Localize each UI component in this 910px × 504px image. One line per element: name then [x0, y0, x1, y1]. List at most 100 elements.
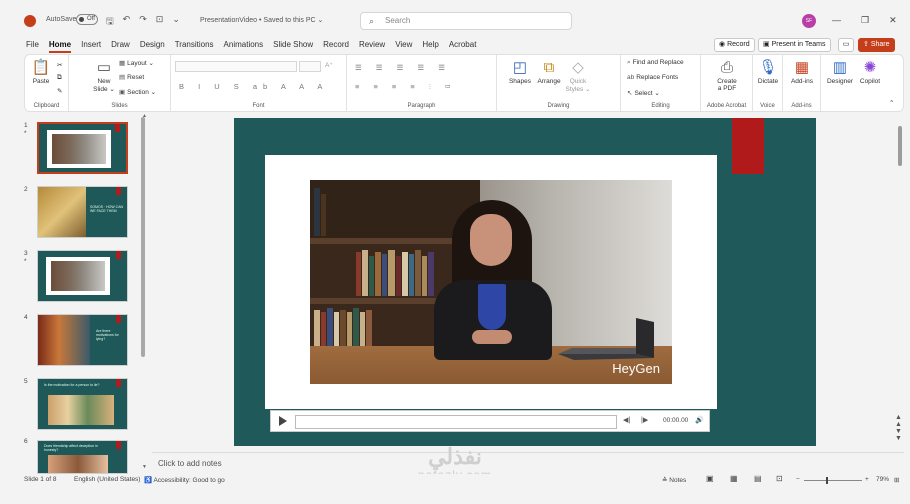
- zoom-slider[interactable]: [804, 480, 862, 481]
- document-title[interactable]: PresentationVideo • Saved to this PC ⌄: [200, 16, 323, 24]
- copilot-button[interactable]: ✺ Copilot: [855, 59, 885, 85]
- avatar[interactable]: SF: [802, 14, 816, 28]
- accessibility-status[interactable]: ♿ Accessibility: Good to go: [144, 476, 225, 484]
- thumbnail-scrollbar[interactable]: [141, 117, 145, 357]
- designer-button[interactable]: ▥ Designer: [825, 59, 855, 85]
- zoom-slider-thumb[interactable]: [826, 477, 828, 484]
- minimize-icon[interactable]: —: [832, 15, 841, 26]
- thumb-number-6: 6: [24, 438, 28, 445]
- slide-thumbnail-2[interactable]: SOMOS · HOW CAN WE FACE THEM: [37, 186, 128, 238]
- tab-file[interactable]: File: [26, 40, 39, 53]
- arrange-button[interactable]: ⧉ Arrange: [535, 59, 563, 85]
- zoom-in-icon[interactable]: +: [865, 476, 869, 483]
- present-in-teams-button[interactable]: ▣ Present in Teams: [758, 38, 831, 52]
- video-frame[interactable]: HeyGen: [310, 180, 672, 384]
- create-pdf-button[interactable]: ⎙ Create a PDF: [711, 59, 743, 92]
- presenter-shirt: [478, 284, 506, 330]
- paste-label: Paste: [32, 78, 50, 85]
- slide-thumbnail-3[interactable]: [37, 250, 128, 302]
- thumb-photo: [52, 134, 106, 164]
- fit-slide-icon[interactable]: ⊞: [894, 476, 899, 484]
- reading-view-icon[interactable]: ▤: [754, 474, 762, 483]
- language[interactable]: English (United States): [74, 476, 140, 483]
- paste-button[interactable]: 📋 Paste: [29, 59, 53, 85]
- autosave-toggle[interactable]: Off: [76, 14, 98, 25]
- tab-animations[interactable]: Animations: [224, 40, 264, 53]
- record-button[interactable]: ◉ Record: [714, 38, 755, 52]
- tab-record[interactable]: Record: [323, 40, 349, 53]
- tab-transitions[interactable]: Transitions: [175, 40, 214, 53]
- replace-fonts-button[interactable]: ab Replace Fonts: [627, 74, 678, 81]
- grow-font-icon[interactable]: A⁺: [325, 61, 333, 69]
- tab-help[interactable]: Help: [422, 40, 438, 53]
- slide-scrollbar[interactable]: ▲ ▲ ▼ ▼: [895, 118, 903, 448]
- thumb-scroll-down-icon[interactable]: ▼: [142, 464, 147, 470]
- play-icon[interactable]: [279, 416, 287, 426]
- tab-draw[interactable]: Draw: [111, 40, 130, 53]
- zoom-out-icon[interactable]: −: [796, 476, 800, 483]
- slide-show-icon[interactable]: ⊡: [776, 474, 783, 483]
- new-slide-button[interactable]: ▭ New Slide ⌄: [91, 59, 117, 93]
- font-size-select[interactable]: [299, 61, 321, 72]
- find-replace-button[interactable]: ⌕ Find and Replace: [627, 59, 684, 67]
- redo-icon[interactable]: ↷: [139, 14, 147, 30]
- reset-button[interactable]: ▤ Reset: [119, 73, 144, 81]
- thumb-scroll-up-icon[interactable]: ▲: [142, 113, 147, 119]
- cut-icon[interactable]: ✂: [57, 61, 62, 69]
- slide-scrollbar-thumb[interactable]: [898, 126, 902, 166]
- thumb-number-3: 3: [24, 250, 28, 257]
- addins-button[interactable]: ▦ Add-ins: [787, 59, 817, 85]
- font-name-select[interactable]: [175, 61, 297, 72]
- collapse-ribbon-icon[interactable]: ⌃: [889, 99, 894, 107]
- step-back-icon[interactable]: ◀|: [623, 416, 630, 424]
- tab-home[interactable]: Home: [48, 40, 72, 53]
- acrobat-group: ⎙ Create a PDF Adobe Acrobat: [701, 55, 753, 111]
- save-icon[interactable]: 🖫: [106, 14, 114, 30]
- customize-qat-icon[interactable]: ⌄: [172, 14, 180, 30]
- slide-thumbnail-1[interactable]: [37, 122, 128, 174]
- slide-thumbnail-4[interactable]: Are there motivations for lying?: [37, 314, 128, 366]
- share-button[interactable]: ⇪ Share: [858, 38, 895, 52]
- title-bar: AutoSave Off 🖫 ↶ ↷ ⊡ ⌄ PresentationVideo…: [0, 0, 910, 38]
- restore-icon[interactable]: ❐: [861, 15, 869, 26]
- present-from-start-icon[interactable]: ⊡: [156, 14, 164, 30]
- comments-button[interactable]: ▭: [838, 38, 854, 52]
- slide-nav-icons[interactable]: ▲ ▲ ▼ ▼: [895, 414, 902, 442]
- paragraph-group: ☰ ☰ ☰ ☰ ☰ ≡ ≡ ≡ ≡ ⫶ ▭ Paragraph: [347, 55, 497, 111]
- tab-review[interactable]: Review: [359, 40, 385, 53]
- tab-acrobat[interactable]: Acrobat: [449, 40, 477, 53]
- section-button[interactable]: ▣ Section ⌄: [119, 88, 156, 96]
- close-icon[interactable]: ✕: [889, 15, 897, 26]
- slide-canvas[interactable]: HeyGen: [234, 118, 816, 446]
- video-player-controls: ◀| |▶ 00:00.00 🔊: [270, 410, 710, 432]
- select-button[interactable]: ↖ Select ⌄: [627, 89, 660, 97]
- tab-view[interactable]: View: [395, 40, 412, 53]
- layout-button[interactable]: ▦ Layout ⌄: [119, 59, 154, 67]
- format-painter-icon[interactable]: ✎: [57, 87, 62, 95]
- normal-view-icon[interactable]: ▣: [706, 474, 714, 483]
- tab-insert[interactable]: Insert: [81, 40, 101, 53]
- align-buttons[interactable]: ≡ ≡ ≡ ≡ ⫶ ▭: [355, 82, 457, 92]
- quick-styles-button[interactable]: ◇ Quick Styles ⌄: [565, 59, 591, 93]
- thumb-number-1: 1: [24, 122, 28, 129]
- tab-slide-show[interactable]: Slide Show: [273, 40, 313, 53]
- seek-bar[interactable]: [295, 415, 617, 429]
- undo-icon[interactable]: ↶: [123, 14, 131, 30]
- notes-button[interactable]: ≙ Notes: [662, 476, 686, 484]
- search-input[interactable]: ⌕ Search: [360, 12, 572, 30]
- slide-red-accent: [732, 118, 764, 174]
- copy-icon[interactable]: ⧉: [57, 74, 62, 82]
- font-format-buttons[interactable]: B I U S ab A A A: [179, 82, 328, 91]
- step-forward-icon[interactable]: |▶: [641, 416, 648, 424]
- shapes-button[interactable]: ◰ Shapes: [507, 59, 533, 85]
- zoom-level[interactable]: 79%: [876, 476, 889, 483]
- slide-thumbnail-6[interactable]: Does friendship affect deception in hone…: [37, 440, 128, 474]
- comment-icon: ▭: [842, 41, 850, 48]
- list-buttons[interactable]: ☰ ☰ ☰ ☰ ☰: [355, 63, 451, 72]
- quick-styles-label-2: Styles ⌄: [565, 86, 591, 93]
- volume-icon[interactable]: 🔊: [695, 416, 704, 424]
- dictate-button[interactable]: 🎙 Dictate: [755, 59, 781, 85]
- tab-design[interactable]: Design: [140, 40, 165, 53]
- slide-sorter-icon[interactable]: ▦: [730, 474, 738, 483]
- slide-thumbnail-5[interactable]: Is the motivation for a person to lie?: [37, 378, 128, 430]
